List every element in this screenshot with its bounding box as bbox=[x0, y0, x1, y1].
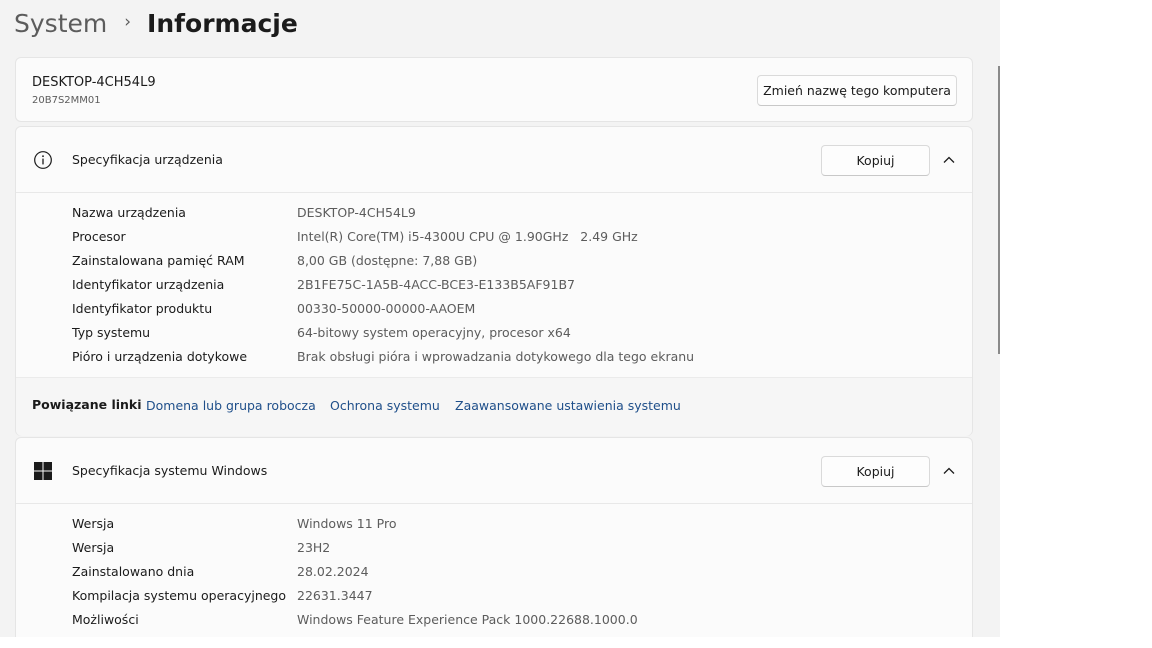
spec-value: 8,00 GB (dostępne: 7,88 GB) bbox=[297, 253, 478, 268]
spec-key: Identyfikator produktu bbox=[72, 301, 213, 316]
spec-key: Zainstalowana pamięć RAM bbox=[72, 253, 245, 268]
device-spec-header[interactable]: Specyfikacja urządzenia Kopiuj bbox=[16, 127, 972, 193]
breadcrumb-system[interactable]: System bbox=[14, 9, 107, 38]
spec-value: 23H2 bbox=[297, 540, 331, 555]
spec-row: Identyfikator produktu 00330-50000-00000… bbox=[16, 297, 972, 321]
chevron-up-icon[interactable] bbox=[940, 462, 958, 480]
related-links: Powiązane linki Domena lub grupa robocza… bbox=[16, 377, 972, 436]
spec-row: Wersja Windows 11 Pro bbox=[16, 512, 972, 536]
spec-key: Możliwości bbox=[72, 612, 139, 627]
link-advanced-system-settings[interactable]: Zaawansowane ustawienia systemu bbox=[455, 398, 681, 413]
spec-value: 2B1FE75C-1A5B-4ACC-BCE3-E133B5AF91B7 bbox=[297, 277, 575, 292]
spec-value: DESKTOP-4CH54L9 bbox=[297, 205, 416, 220]
spec-row: Kompilacja systemu operacyjnego 22631.34… bbox=[16, 584, 972, 608]
breadcrumb: System › Informacje bbox=[14, 4, 298, 42]
windows-spec-header[interactable]: Specyfikacja systemu Windows Kopiuj bbox=[16, 438, 972, 504]
computer-model: 20B7S2MM01 bbox=[32, 95, 101, 106]
spec-key: Wersja bbox=[72, 540, 115, 555]
spec-value: 22631.3447 bbox=[297, 588, 373, 603]
windows-spec-title: Specyfikacja systemu Windows bbox=[72, 463, 268, 478]
info-icon bbox=[34, 151, 52, 169]
spec-key: Typ systemu bbox=[72, 325, 151, 340]
scrollbar[interactable] bbox=[998, 66, 1000, 354]
spec-value: Windows 11 Pro bbox=[297, 516, 397, 531]
spec-row: Możliwości Windows Feature Experience Pa… bbox=[16, 608, 972, 632]
computer-name-card: DESKTOP-4CH54L9 20B7S2MM01 Zmień nazwę t… bbox=[15, 57, 973, 122]
page-title: Informacje bbox=[147, 8, 298, 38]
spec-row: Procesor Intel(R) Core(TM) i5-4300U CPU … bbox=[16, 225, 972, 249]
settings-panel: System › Informacje DESKTOP-4CH54L9 20B7… bbox=[0, 0, 1000, 637]
copy-device-spec-button[interactable]: Kopiuj bbox=[821, 145, 930, 176]
spec-value: Windows Feature Experience Pack 1000.226… bbox=[297, 612, 638, 627]
spec-key: Procesor bbox=[72, 229, 126, 244]
device-spec-title: Specyfikacja urządzenia bbox=[72, 152, 223, 167]
spec-row: Typ systemu 64-bitowy system operacyjny,… bbox=[16, 321, 972, 345]
computer-name: DESKTOP-4CH54L9 bbox=[32, 75, 156, 90]
spec-row: Pióro i urządzenia dotykowe Brak obsługi… bbox=[16, 345, 972, 369]
spec-value: Brak obsługi pióra i wprowadzania dotyko… bbox=[297, 349, 695, 364]
link-domain-workgroup[interactable]: Domena lub grupa robocza bbox=[146, 398, 316, 413]
device-spec-card: Specyfikacja urządzenia Kopiuj Nazwa urz… bbox=[15, 126, 973, 436]
spec-row: Wersja 23H2 bbox=[16, 536, 972, 560]
chevron-up-icon[interactable] bbox=[940, 151, 958, 169]
windows-logo-icon bbox=[34, 462, 52, 480]
copy-windows-spec-button[interactable]: Kopiuj bbox=[821, 456, 930, 487]
spec-value: 64-bitowy system operacyjny, procesor x6… bbox=[297, 325, 571, 340]
spec-value: 00330-50000-00000-AAOEM bbox=[297, 301, 476, 316]
windows-spec-card: Specyfikacja systemu Windows Kopiuj Wers… bbox=[15, 437, 973, 637]
spec-key: Zainstalowano dnia bbox=[72, 564, 195, 579]
related-links-label: Powiązane linki bbox=[32, 397, 142, 412]
spec-key: Kompilacja systemu operacyjnego bbox=[72, 588, 287, 603]
spec-value: Intel(R) Core(TM) i5-4300U CPU @ 1.90GHz… bbox=[297, 229, 638, 244]
spec-key: Nazwa urządzenia bbox=[72, 205, 186, 220]
breadcrumb-separator-icon: › bbox=[124, 12, 132, 32]
spec-row: Zainstalowano dnia 28.02.2024 bbox=[16, 560, 972, 584]
spec-row: Zainstalowana pamięć RAM 8,00 GB (dostęp… bbox=[16, 249, 972, 273]
spec-value: 28.02.2024 bbox=[297, 564, 369, 579]
spec-row: Identyfikator urządzenia 2B1FE75C-1A5B-4… bbox=[16, 273, 972, 297]
spec-row: Nazwa urządzenia DESKTOP-4CH54L9 bbox=[16, 201, 972, 225]
spec-key: Pióro i urządzenia dotykowe bbox=[72, 349, 248, 364]
spec-key: Wersja bbox=[72, 516, 115, 531]
spec-key: Identyfikator urządzenia bbox=[72, 277, 225, 292]
rename-pc-button[interactable]: Zmień nazwę tego komputera bbox=[757, 75, 957, 106]
link-system-protection[interactable]: Ochrona systemu bbox=[330, 398, 440, 413]
